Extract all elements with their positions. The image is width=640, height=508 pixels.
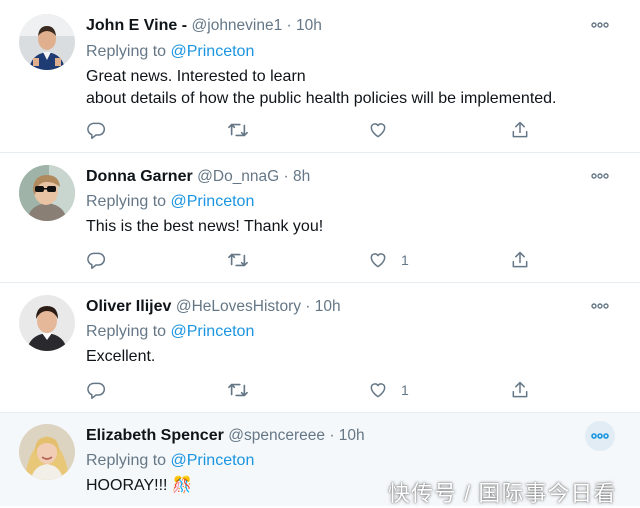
replying-prefix: Replying to: [86, 323, 167, 340]
more-icon[interactable]: [585, 421, 615, 451]
retweet-icon: [228, 123, 248, 137]
tweet-oliver-ilijev[interactable]: Oliver Ilijev @HeLovesHistory · 10h Repl…: [0, 283, 640, 413]
watermark: 快传号 / 国际事今日看: [388, 481, 617, 506]
avatar[interactable]: [19, 165, 75, 221]
replying-prefix: Replying to: [86, 43, 167, 60]
more-icon[interactable]: [588, 13, 612, 37]
tweet-text-line: Great news. Interested to learn: [86, 68, 306, 85]
tweet-john-e-vine[interactable]: John E Vine - @johnevine1 · 10h Replying…: [0, 0, 640, 153]
display-name[interactable]: Oliver Ilijev: [86, 298, 171, 315]
tweet-donna-garner[interactable]: Donna Garner @Do_nnaG · 8h Replying to @…: [0, 153, 640, 283]
reply-icon: [87, 252, 106, 270]
retweet-icon: [228, 383, 248, 397]
avatar[interactable]: [19, 295, 75, 351]
tweet-header: John E Vine - @johnevine1 · 10h: [86, 16, 322, 36]
tweet-text-line: about details of how the public health p…: [86, 90, 557, 107]
tweet-text: This is the best news! Thank you!: [86, 216, 323, 238]
handle-and-time[interactable]: @spencereee · 10h: [228, 427, 364, 444]
replying-to: Replying to @Princeton: [86, 192, 254, 212]
more-icon[interactable]: [588, 164, 612, 188]
tweet-actions: [86, 118, 546, 142]
handle-and-time[interactable]: @johnevine1 · 10h: [192, 17, 322, 34]
display-name[interactable]: John E Vine -: [86, 17, 187, 34]
share-icon: [512, 381, 528, 398]
tweet-text: Great news. Interested to learn about de…: [86, 66, 557, 110]
reply-icon: [87, 382, 106, 400]
tweet-actions: 1: [86, 248, 546, 272]
replying-to: Replying to @Princeton: [86, 42, 254, 62]
tweet-text-line: Excellent.: [86, 348, 156, 365]
reply-icon: [87, 122, 106, 140]
reply-button[interactable]: [86, 378, 119, 402]
replying-to: Replying to @Princeton: [86, 322, 254, 342]
avatar[interactable]: [19, 14, 75, 70]
avatar[interactable]: [19, 424, 75, 480]
like-button[interactable]: 1: [368, 378, 409, 402]
more-icon[interactable]: [588, 294, 612, 318]
share-button[interactable]: [510, 248, 530, 272]
retweet-button[interactable]: [227, 248, 262, 272]
share-icon: [512, 121, 528, 138]
replying-handle-link[interactable]: @Princeton: [171, 193, 255, 210]
like-button[interactable]: [368, 118, 401, 142]
replying-handle-link[interactable]: @Princeton: [171, 43, 255, 60]
heart-icon: [370, 253, 386, 268]
reply-button[interactable]: [86, 118, 119, 142]
like-button[interactable]: 1: [368, 248, 409, 272]
replying-handle-link[interactable]: @Princeton: [171, 323, 255, 340]
tweet-header: Elizabeth Spencer @spencereee · 10h: [86, 426, 365, 446]
heart-icon: [370, 383, 386, 398]
tweet-actions: 1: [86, 378, 546, 402]
display-name[interactable]: Elizabeth Spencer: [86, 427, 224, 444]
tweet-text: HOORAY!!! 🎊: [86, 475, 192, 497]
retweet-button[interactable]: [227, 378, 262, 402]
share-icon: [512, 251, 528, 268]
replying-prefix: Replying to: [86, 452, 167, 469]
tweet-text: Excellent.: [86, 346, 155, 368]
like-count: 1: [401, 382, 409, 398]
replying-to: Replying to @Princeton: [86, 451, 254, 471]
retweet-button[interactable]: [227, 118, 262, 142]
handle-and-time[interactable]: @Do_nnaG · 8h: [197, 168, 310, 185]
share-button[interactable]: [510, 118, 530, 142]
reply-button[interactable]: [86, 248, 119, 272]
like-count: 1: [401, 252, 409, 268]
share-button[interactable]: [510, 378, 530, 402]
tweet-text-line: This is the best news! Thank you!: [86, 218, 324, 235]
tweet-header: Donna Garner @Do_nnaG · 8h: [86, 167, 310, 187]
tweet-text-line: HOORAY!!! 🎊: [86, 477, 192, 494]
replying-prefix: Replying to: [86, 193, 167, 210]
replying-handle-link[interactable]: @Princeton: [171, 452, 255, 469]
handle-and-time[interactable]: @HeLovesHistory · 10h: [176, 298, 341, 315]
heart-icon: [370, 123, 386, 138]
tweet-header: Oliver Ilijev @HeLovesHistory · 10h: [86, 297, 341, 317]
retweet-icon: [228, 253, 248, 267]
display-name[interactable]: Donna Garner: [86, 168, 193, 185]
